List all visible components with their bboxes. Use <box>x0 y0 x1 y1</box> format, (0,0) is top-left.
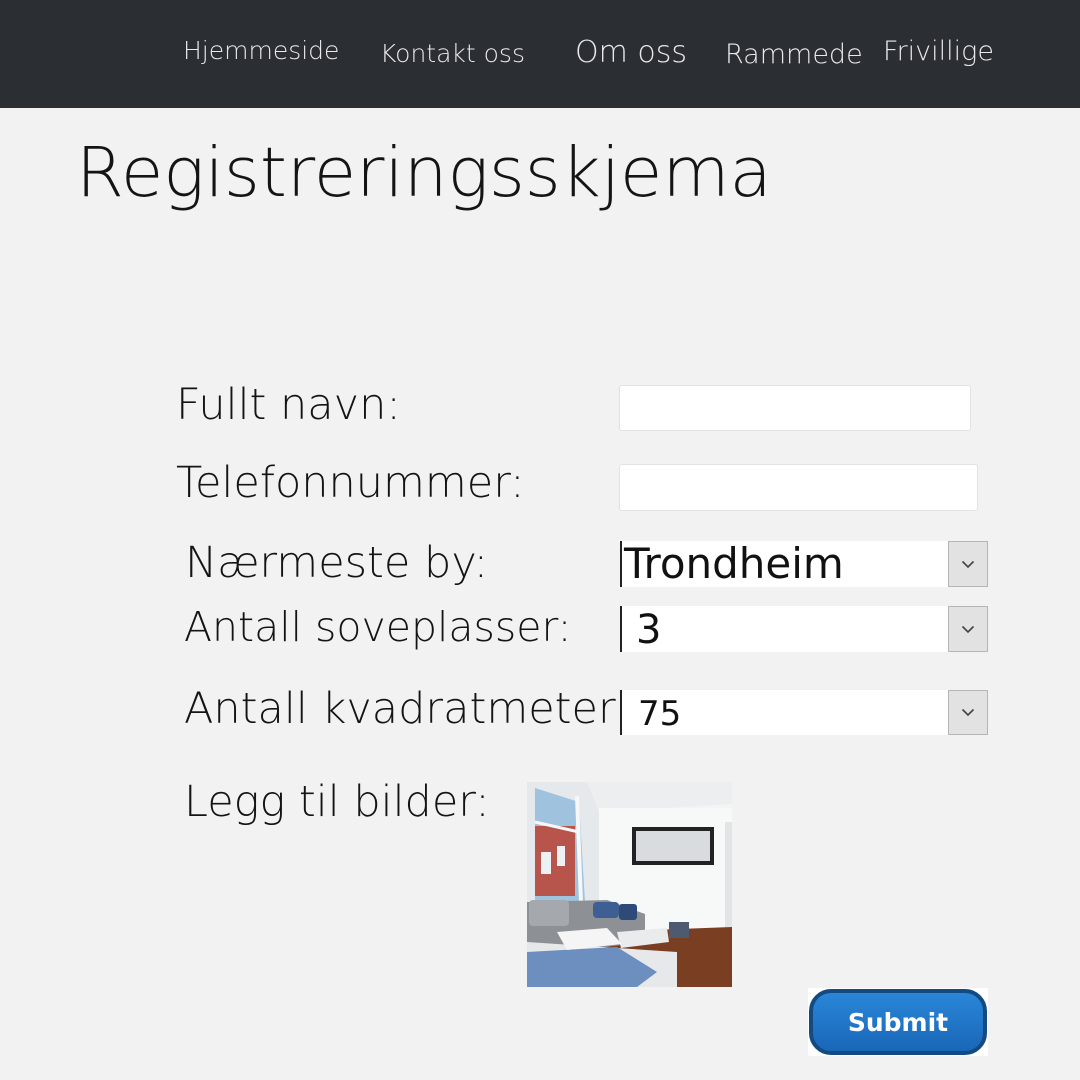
sqm-select[interactable]: 75 <box>620 690 988 735</box>
sqm-label: Antall kvadratmeter: <box>184 684 630 734</box>
nav-item-rammede[interactable]: Rammede <box>725 39 863 70</box>
images-label: Legg til bilder: <box>184 777 490 827</box>
nav-item-frivillige[interactable]: Frivillige <box>883 36 994 67</box>
city-label: Nærmeste by: <box>185 538 489 588</box>
city-selected-value: Trondheim <box>620 541 844 587</box>
beds-label: Antall soveplasser: <box>184 603 572 651</box>
chevron-down-icon[interactable] <box>948 541 988 587</box>
beds-selected-value: 3 <box>620 606 661 653</box>
beds-select[interactable]: 3 <box>620 606 988 653</box>
nav-item-hjemmeside[interactable]: Hjemmeside <box>183 36 339 65</box>
phone-input[interactable] <box>619 464 978 511</box>
submit-button[interactable]: Submit <box>809 989 987 1055</box>
full-name-label: Fullt navn: <box>176 380 401 430</box>
chevron-down-icon[interactable] <box>948 690 988 735</box>
chevron-down-icon[interactable] <box>948 606 988 652</box>
full-name-input[interactable] <box>619 385 971 431</box>
page-title: Registreringsskjema <box>76 133 772 213</box>
top-nav: Hjemmeside Kontakt oss Om oss Rammede Fr… <box>0 0 1080 108</box>
submit-button-wrapper: Submit <box>808 988 988 1056</box>
sqm-selected-value: 75 <box>620 690 681 735</box>
city-select[interactable]: Trondheim <box>620 541 988 587</box>
image-thumbnail[interactable] <box>527 782 732 987</box>
nav-item-om-oss[interactable]: Om oss <box>575 35 687 70</box>
nav-item-kontakt-oss[interactable]: Kontakt oss <box>380 39 525 68</box>
phone-label: Telefonnummer: <box>176 458 525 508</box>
